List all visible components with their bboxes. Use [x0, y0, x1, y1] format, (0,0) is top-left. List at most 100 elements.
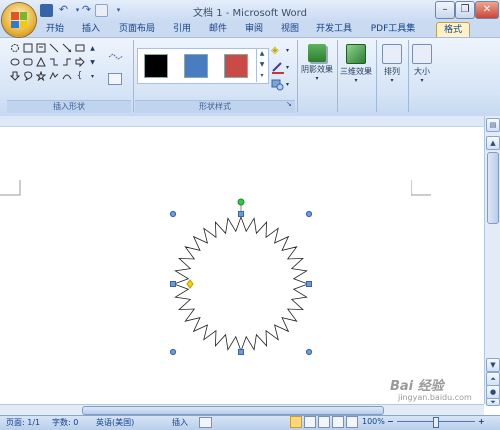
size-icon: [412, 44, 432, 64]
triangle-shape-icon[interactable]: [35, 57, 46, 67]
margin-mark-right: [411, 180, 431, 196]
red-style-swatch[interactable]: [224, 54, 248, 78]
seal-zigzag-path[interactable]: [172, 215, 310, 353]
arrow-line-shape-icon[interactable]: [61, 43, 72, 53]
gear-shape-icon[interactable]: [9, 43, 20, 53]
tab-mailings[interactable]: 邮件: [204, 22, 232, 37]
shapes-gallery[interactable]: ▲ ▼ { ▾: [9, 43, 105, 87]
rounded-rect-shape-icon[interactable]: [22, 57, 33, 67]
change-shape-icon[interactable]: [271, 79, 285, 91]
callout-shape-icon[interactable]: [22, 71, 33, 81]
ruler-toggle-icon[interactable]: ▤: [486, 118, 500, 132]
arrange-label: 排列: [384, 67, 400, 76]
arc-shape-icon[interactable]: [61, 71, 72, 81]
tab-references[interactable]: 引用: [168, 22, 196, 37]
tab-view[interactable]: 视图: [276, 22, 304, 37]
group-separator: [133, 40, 134, 112]
insert-mode[interactable]: 插入: [172, 417, 188, 428]
prev-page-button[interactable]: ⏶: [486, 372, 500, 386]
macro-record-icon[interactable]: [199, 417, 212, 428]
styles-scroll-icon[interactable]: ▲ ▼ ▾: [256, 48, 267, 82]
minimize-button[interactable]: –: [435, 1, 455, 19]
full-screen-view-icon[interactable]: [304, 416, 316, 428]
freeform-shape-icon[interactable]: [48, 71, 59, 81]
resize-handle-br[interactable]: [305, 348, 313, 356]
down-arrow-shape-icon[interactable]: [9, 71, 20, 81]
shape-styles-group-label: 形状样式: [135, 100, 295, 113]
restore-button[interactable]: ❐: [455, 1, 475, 19]
word-count[interactable]: 字数: 0: [52, 417, 78, 428]
line-dropdown-icon[interactable]: ▾: [286, 64, 289, 71]
three-d-effects-icon: [346, 44, 366, 64]
tab-review[interactable]: 审阅: [240, 22, 268, 37]
resize-handle-left[interactable]: [170, 281, 176, 287]
tab-pdf-tools[interactable]: PDF工具集: [365, 22, 421, 37]
draft-view-icon[interactable]: [346, 416, 358, 428]
gallery-more-icon[interactable]: ▾: [87, 71, 98, 81]
edit-shape-icon[interactable]: [108, 52, 124, 62]
close-button[interactable]: ✕: [475, 1, 499, 19]
line-color-icon[interactable]: [271, 62, 285, 74]
tab-page-layout[interactable]: 页面布局: [113, 22, 161, 37]
tab-format[interactable]: 格式: [436, 22, 470, 38]
browse-object-button[interactable]: ●: [486, 385, 500, 399]
horizontal-scroll-thumb[interactable]: [82, 406, 384, 415]
group-separator: [297, 40, 298, 112]
scroll-down-button[interactable]: ▼: [486, 358, 500, 372]
black-style-swatch[interactable]: [144, 54, 168, 78]
shadow-effects-icon: [308, 44, 326, 62]
rotation-handle[interactable]: [237, 198, 245, 206]
text-box-draw-icon[interactable]: [108, 73, 122, 85]
dialog-launcher-icon[interactable]: ↘: [286, 100, 292, 108]
print-layout-view-icon[interactable]: [290, 416, 302, 428]
resize-handle-bottom[interactable]: [238, 349, 244, 355]
fill-bucket-icon[interactable]: ◈: [271, 45, 285, 57]
line-shape-icon[interactable]: [48, 43, 59, 53]
view-buttons: [290, 416, 362, 428]
brace-shape-icon[interactable]: {: [74, 71, 85, 81]
tab-developer[interactable]: 开发工具: [312, 22, 356, 37]
tab-insert[interactable]: 插入: [76, 22, 106, 37]
scroll-up-button[interactable]: ▲: [486, 136, 500, 150]
picture-shape-icon[interactable]: [22, 43, 33, 53]
resize-handle-top[interactable]: [238, 211, 244, 217]
fill-dropdown-icon[interactable]: ▾: [286, 47, 289, 54]
arrange-button[interactable]: 排列 ▾: [377, 44, 407, 84]
elbow-connector-icon[interactable]: [48, 57, 59, 67]
shadow-effects-label: 阴影效果: [301, 65, 333, 74]
three-d-effects-button[interactable]: 三维效果 ▾: [338, 44, 374, 84]
window-title: 文档 1 - Microsoft Word: [193, 8, 307, 19]
resize-handle-tl[interactable]: [169, 210, 177, 218]
shadow-effects-button[interactable]: 阴影效果 ▾: [299, 44, 335, 82]
size-button[interactable]: 大小 ▾: [409, 44, 435, 84]
resize-handle-tr[interactable]: [305, 210, 313, 218]
page-gap: [0, 116, 484, 126]
right-arrow-shape-icon[interactable]: [74, 57, 85, 67]
resize-handle-right[interactable]: [306, 281, 312, 287]
scroll-down-icon[interactable]: ▼: [87, 57, 98, 67]
elbow-arrow-icon[interactable]: [61, 57, 72, 67]
oval-shape-icon[interactable]: [9, 57, 20, 67]
office-button[interactable]: [2, 3, 36, 37]
zoom-slider-thumb[interactable]: [433, 417, 439, 428]
zoom-out-button[interactable]: −: [387, 417, 394, 426]
blue-style-swatch[interactable]: [184, 54, 208, 78]
text-box-icon[interactable]: [35, 43, 46, 53]
selected-seal-shape[interactable]: [160, 196, 330, 362]
web-layout-view-icon[interactable]: [318, 416, 330, 428]
scroll-up-icon[interactable]: ▲: [87, 43, 98, 53]
next-page-button[interactable]: ⏷: [486, 398, 500, 406]
rectangle-shape-icon[interactable]: [74, 43, 85, 53]
outline-view-icon[interactable]: [332, 416, 344, 428]
watermark-logo: Bai 经验: [390, 379, 444, 394]
page-count[interactable]: 页面: 1/1: [6, 417, 40, 428]
resize-handle-bl[interactable]: [169, 348, 177, 356]
star-shape-icon[interactable]: [35, 71, 46, 81]
vertical-scroll-thumb[interactable]: [487, 152, 499, 224]
zoom-level[interactable]: 100%: [362, 417, 385, 426]
language-indicator[interactable]: 英语(美国): [96, 417, 134, 428]
zoom-in-button[interactable]: +: [478, 417, 485, 426]
seal-shape-outline[interactable]: [172, 215, 310, 353]
tab-home[interactable]: 开始: [40, 22, 70, 37]
change-shape-dropdown-icon[interactable]: ▾: [286, 81, 289, 88]
